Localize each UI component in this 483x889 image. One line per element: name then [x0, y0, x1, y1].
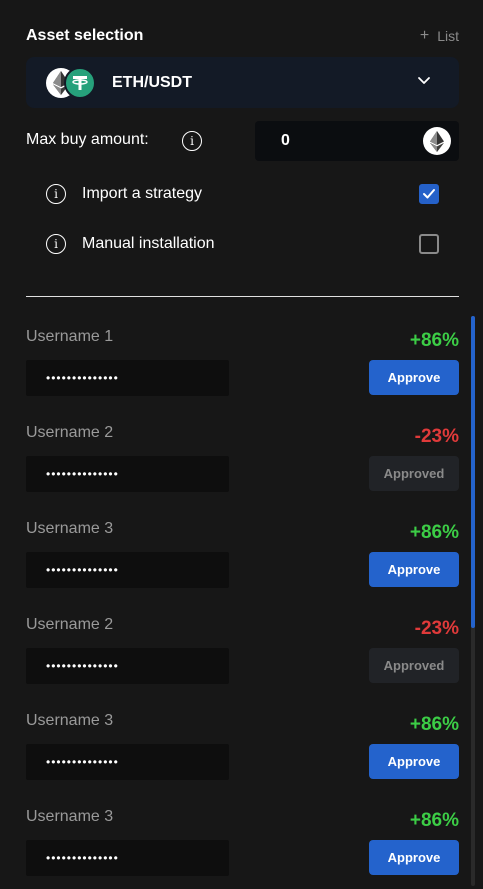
password-field[interactable]: •••••••••••••• [26, 552, 229, 588]
username-label: Username 2 [26, 424, 114, 441]
divider [26, 296, 459, 297]
asset-dropdown[interactable]: ETH/USDT [26, 57, 459, 108]
option-manual-installation: i Manual installation [46, 232, 439, 256]
approved-status: Approved [369, 456, 459, 491]
option-import-strategy: i Import a strategy [46, 182, 439, 206]
performance-percent: +86% [409, 522, 459, 543]
user-item: Username 3 •••••••••••••• +86% Approve [26, 800, 459, 880]
manual-installation-checkbox[interactable] [419, 234, 439, 254]
password-field[interactable]: •••••••••••••• [26, 744, 229, 780]
list-button[interactable]: + List [419, 27, 459, 45]
performance-percent: +86% [409, 714, 459, 735]
performance-percent: -23% [414, 618, 459, 639]
info-icon[interactable]: i [46, 234, 66, 254]
max-buy-label: Max buy amount: [26, 131, 149, 148]
performance-percent: -23% [414, 426, 459, 447]
approved-status: Approved [369, 648, 459, 683]
user-item: Username 3 •••••••••••••• +86% Approve [26, 512, 459, 592]
approve-button[interactable]: Approve [369, 840, 459, 875]
asset-panel: Asset selection + List ETH/USDT Max buy … [0, 0, 483, 889]
plus-icon: + [419, 27, 430, 44]
max-buy-row: Max buy amount: i 0 [26, 121, 459, 161]
username-label: Username 2 [26, 616, 114, 633]
password-field[interactable]: •••••••••••••• [26, 456, 229, 492]
password-field[interactable]: •••••••••••••• [26, 360, 229, 396]
info-icon[interactable]: i [46, 184, 66, 204]
scrollbar-thumb[interactable] [471, 316, 475, 628]
header-row: Asset selection + List [26, 24, 459, 48]
user-item: Username 2 •••••••••••••• -23% Approved [26, 608, 459, 688]
performance-percent: +86% [409, 330, 459, 351]
approve-button[interactable]: Approve [369, 744, 459, 779]
user-item: Username 3 •••••••••••••• +86% Approve [26, 704, 459, 784]
user-item: Username 2 •••••••••••••• -23% Approved [26, 416, 459, 496]
max-buy-input[interactable]: 0 [255, 121, 459, 161]
coin-pair-icons [46, 66, 96, 99]
username-label: Username 3 [26, 808, 114, 825]
panel-title: Asset selection [26, 27, 144, 44]
import-strategy-checkbox[interactable] [419, 184, 439, 204]
approve-button[interactable]: Approve [369, 360, 459, 395]
option-label: Manual installation [82, 235, 215, 252]
approve-button[interactable]: Approve [369, 552, 459, 587]
performance-percent: +86% [409, 810, 459, 831]
username-label: Username 1 [26, 328, 114, 345]
user-item: Username 1 •••••••••••••• +86% Approve [26, 320, 459, 400]
list-label: List [437, 28, 459, 44]
pair-label: ETH/USDT [112, 73, 192, 91]
checkmark-icon [423, 189, 435, 199]
username-label: Username 3 [26, 520, 114, 537]
username-label: Username 3 [26, 712, 114, 729]
password-field[interactable]: •••••••••••••• [26, 648, 229, 684]
usdt-icon [64, 66, 96, 99]
option-label: Import a strategy [82, 185, 203, 202]
password-field[interactable]: •••••••••••••• [26, 840, 229, 876]
chevron-down-icon [418, 77, 430, 84]
eth-icon [423, 127, 451, 155]
max-buy-value: 0 [281, 132, 290, 149]
info-icon[interactable]: i [182, 131, 202, 151]
